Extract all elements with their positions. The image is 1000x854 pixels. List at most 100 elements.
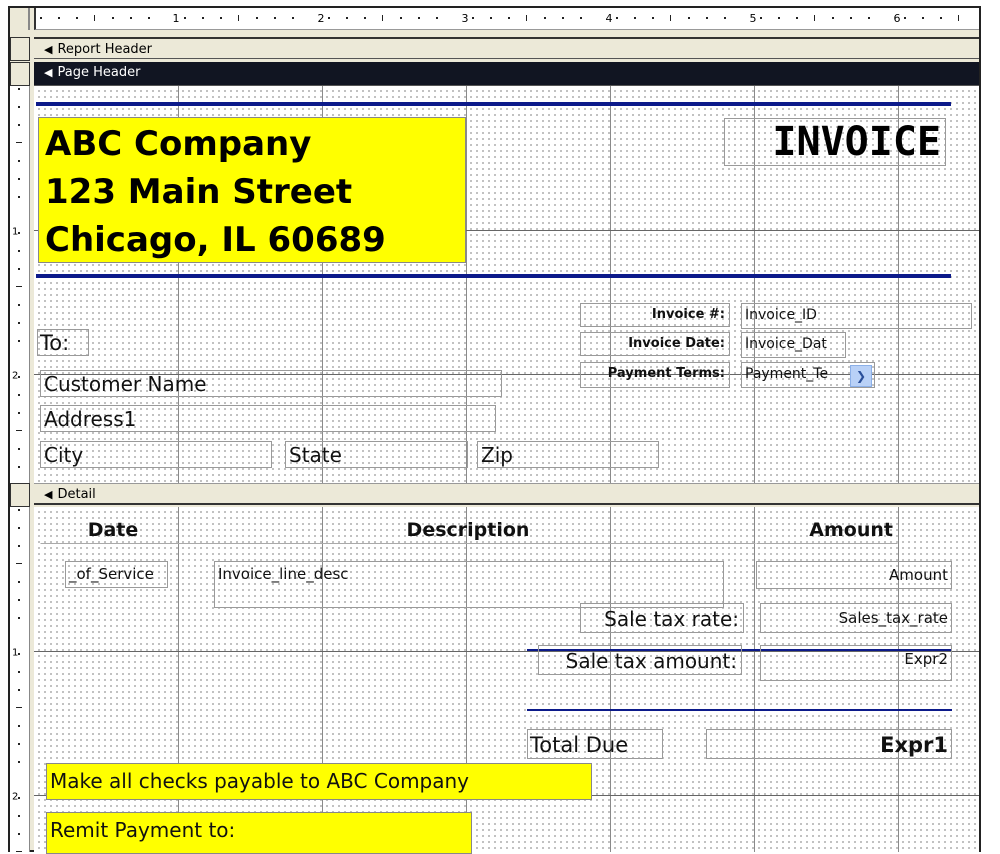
section-arrow-icon: ◀	[44, 66, 53, 79]
ruler-tick	[18, 689, 20, 691]
customer-name-field[interactable]: Customer Name	[40, 370, 502, 397]
chevron-down-icon[interactable]: ❯	[850, 365, 872, 387]
ruler-tick	[760, 17, 762, 19]
section-arrow-icon: ◀	[44, 43, 53, 56]
amount-header[interactable]: Amount	[756, 514, 898, 544]
invoice-date-label[interactable]: Invoice Date:	[580, 332, 730, 356]
ruler-tick	[778, 17, 780, 19]
amount-field[interactable]: Amount	[756, 561, 952, 589]
company-city: Chicago, IL 60689	[45, 220, 386, 260]
ruler-tick	[256, 17, 258, 19]
ruler-tick	[18, 304, 20, 306]
checks-payable-label[interactable]: Make all checks payable to ABC Company	[46, 763, 592, 800]
ruler-tick	[18, 412, 20, 414]
ruler-tick	[18, 448, 20, 450]
ruler-tick	[18, 268, 20, 270]
ruler-tick	[18, 743, 20, 745]
description-header[interactable]: Description	[180, 514, 756, 544]
ruler-tick	[18, 322, 20, 324]
payment-terms-label[interactable]: Payment Terms:	[580, 362, 730, 388]
ruler-tick	[94, 15, 95, 21]
total-due-label[interactable]: Total Due	[527, 729, 663, 759]
vertical-ruler-page-header[interactable]: 1 2	[10, 86, 30, 483]
invoice-line-desc-field[interactable]: Invoice_line_desc	[214, 561, 724, 608]
ruler-tick	[850, 17, 852, 19]
report-header-label: Report Header	[57, 42, 153, 57]
ruler-tick	[202, 17, 204, 19]
ruler-tick	[868, 17, 870, 19]
ruler-tick	[292, 17, 294, 19]
ruler-tick	[130, 17, 132, 19]
sale-tax-rate-label[interactable]: Sale tax rate:	[580, 603, 744, 633]
expr2-field[interactable]: Expr2	[760, 645, 952, 681]
ruler-tick	[18, 124, 20, 126]
ruler-tick	[18, 250, 20, 252]
vertical-ruler-detail[interactable]: 1 2	[10, 507, 30, 852]
remit-payment-label[interactable]: Remit Payment to:	[46, 812, 472, 854]
expr1-field[interactable]: Expr1	[706, 729, 952, 759]
ruler-number: 1	[12, 226, 19, 238]
ruler-tick	[796, 17, 798, 19]
ruler-tick	[16, 286, 22, 287]
ruler-tick	[346, 17, 348, 19]
ruler-tick	[940, 17, 942, 19]
ruler-tick	[76, 17, 78, 19]
ruler-tick	[184, 17, 186, 19]
sale-tax-amount-label[interactable]: Sale tax amount:	[538, 645, 742, 675]
state-field[interactable]: State	[285, 441, 468, 468]
ruler-number: 3	[461, 12, 469, 25]
ruler-tick	[904, 17, 906, 19]
bottom-rule-line[interactable]	[36, 274, 951, 278]
ruler-tick	[16, 430, 22, 431]
ruler-tick	[18, 725, 20, 727]
detail-label: Detail	[57, 487, 96, 502]
detail-band[interactable]: ◀ Detail	[34, 483, 979, 505]
zip-field[interactable]: Zip	[477, 441, 659, 468]
ruler-tick	[18, 88, 20, 90]
ruler-tick	[580, 17, 582, 19]
invoice-id-field[interactable]: Invoice_ID	[741, 303, 972, 329]
ruler-tick	[18, 178, 20, 180]
company-address-label[interactable]: ABC Company 123 Main Street Chicago, IL …	[38, 117, 466, 263]
date-header[interactable]: Date	[40, 514, 186, 544]
city-field[interactable]: City	[40, 441, 272, 468]
report-header-band[interactable]: ◀ Report Header	[34, 37, 979, 59]
date-of-service-field[interactable]: _of_Service	[65, 561, 168, 588]
ruler-number: 6	[893, 12, 901, 25]
sales-tax-rate-field[interactable]: Sales_tax_rate	[760, 603, 952, 633]
total-divider-line[interactable]	[527, 709, 952, 711]
ruler-tick	[18, 509, 20, 511]
address1-field[interactable]: Address1	[40, 405, 496, 432]
payment-terms-combobox[interactable]: Payment_Te ❯	[741, 362, 875, 388]
ruler-tick	[58, 17, 60, 19]
ruler-tick	[18, 833, 20, 835]
page-header-selector[interactable]	[10, 62, 30, 86]
horizontal-ruler[interactable]: 1 2 3 4 5 6	[34, 8, 979, 30]
ruler-tick	[562, 17, 564, 19]
invoice-title-label[interactable]: INVOICE	[724, 118, 946, 166]
ruler-tick	[40, 17, 42, 19]
ruler-tick	[706, 17, 708, 19]
ruler-tick	[18, 466, 20, 468]
ruler-tick	[526, 15, 527, 21]
ruler-tick	[274, 17, 276, 19]
ruler-corner-selector[interactable]	[10, 8, 30, 30]
ruler-tick	[670, 15, 671, 21]
ruler-tick	[18, 160, 20, 162]
ruler-tick	[18, 340, 20, 342]
ruler-tick	[634, 17, 636, 19]
ruler-tick	[18, 671, 20, 673]
ruler-tick	[814, 15, 815, 21]
top-rule-line[interactable]	[36, 102, 951, 106]
section-arrow-icon: ◀	[44, 488, 53, 501]
ruler-number: 2	[12, 791, 19, 803]
invoice-date-field[interactable]: Invoice_Dat	[741, 332, 846, 358]
page-header-band[interactable]: ◀ Page Header	[34, 62, 979, 86]
ruler-tick	[18, 761, 20, 763]
to-label[interactable]: To:	[37, 329, 89, 356]
ruler-tick	[436, 17, 438, 19]
detail-selector[interactable]	[10, 483, 30, 507]
invoice-number-label[interactable]: Invoice #:	[580, 303, 730, 327]
report-header-selector[interactable]	[10, 37, 30, 61]
ruler-number: 4	[605, 12, 613, 25]
